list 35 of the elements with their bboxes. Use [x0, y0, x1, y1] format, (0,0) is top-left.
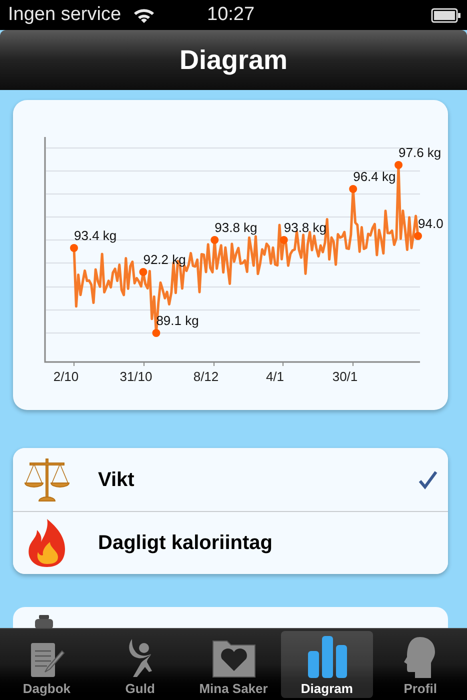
axis-label: 30/1: [332, 369, 358, 384]
point-label: 94.0: [418, 216, 444, 231]
point-label: 93.8 kg: [214, 220, 258, 235]
axis-label: 2/10: [53, 369, 79, 384]
tab-button[interactable]: Guld: [94, 631, 186, 698]
point-label: 96.4 kg: [353, 169, 396, 184]
battery-icon: [431, 8, 461, 22]
axis-label: 4/1: [266, 369, 284, 384]
carrier-name: Ingen service: [8, 2, 122, 27]
data-point: [70, 244, 78, 252]
metric-row[interactable]: Dagligt kaloriintag: [13, 511, 448, 574]
axis-label: 31/10: [120, 369, 152, 384]
head-icon: [403, 635, 438, 679]
metric-row[interactable]: Vikt: [13, 448, 448, 511]
tab-button[interactable]: Profil: [374, 631, 466, 698]
screen-title: Diagram: [179, 44, 288, 77]
data-point: [280, 236, 288, 244]
data-point: [349, 185, 358, 193]
data-point: [139, 268, 148, 276]
data-point: [210, 236, 219, 244]
notepad-icon: [28, 641, 65, 679]
wifi-icon: [133, 7, 156, 23]
point-label: 93.4 kg: [74, 228, 117, 243]
tab-button[interactable]: Dagbok: [1, 631, 92, 698]
tab-button[interactable]: Diagram: [281, 631, 373, 698]
axis-label: 8/12: [193, 369, 219, 384]
point-label: 97.6 kg: [398, 145, 442, 160]
data-point: [394, 161, 403, 169]
data-point: [414, 232, 422, 240]
point-label: 92.2 kg: [143, 252, 186, 267]
data-point: [152, 329, 160, 337]
tab-button[interactable]: Mina Saker: [188, 631, 280, 698]
clock-time: 10:27: [207, 2, 255, 27]
bar-chart-icon: [306, 635, 348, 679]
checkmark-icon: [418, 470, 438, 490]
